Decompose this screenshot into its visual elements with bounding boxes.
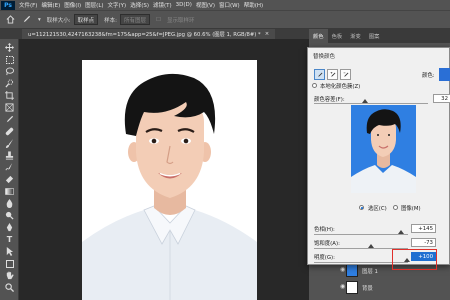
eyedropper-plus-icon[interactable] — [327, 69, 338, 80]
menu-image[interactable]: 图像(I) — [64, 1, 81, 9]
document-tab[interactable]: u=112121530,4247163238&fm=175&app=25&f=J… — [22, 29, 276, 39]
menu-view[interactable]: 视图(V) — [196, 1, 215, 9]
document-title: u=112121530,4247163238&fm=175&app=25&f=J… — [28, 32, 261, 38]
tab-patterns[interactable]: 图案 — [365, 29, 384, 43]
tab-color[interactable]: 颜色 — [309, 29, 328, 43]
menu-edit[interactable]: 编辑(E) — [41, 1, 60, 9]
color-label: 颜色: — [422, 73, 435, 79]
menu-help[interactable]: 帮助(H) — [244, 1, 263, 9]
menu-window[interactable]: 窗口(W) — [219, 1, 240, 9]
panel-tabs: 颜色 色板 渐变 图案 — [309, 29, 383, 43]
tab-gradients[interactable]: 渐变 — [346, 29, 365, 43]
layer-thumbnail — [346, 281, 358, 294]
eyedropper-minus-icon[interactable] — [340, 69, 351, 80]
lightness-label: 明度(G): — [314, 255, 335, 261]
toolbar: T — [0, 39, 19, 300]
hue-slider-track[interactable] — [314, 234, 408, 235]
show-ring-label: 显示取样环 — [166, 17, 195, 24]
saturation-input[interactable]: -73 — [411, 238, 436, 247]
localized-clusters-checkbox[interactable] — [312, 83, 317, 88]
eyedropper-tool-icon[interactable] — [20, 14, 32, 26]
menu-filter[interactable]: 滤镜(T) — [153, 1, 172, 9]
selection-label: 选区(C) — [368, 206, 387, 212]
document-image[interactable] — [82, 60, 257, 300]
menu-select[interactable]: 选择(S) — [130, 1, 149, 9]
sample-label: 样本: — [104, 17, 117, 24]
saturation-label: 饱和度(A): — [314, 241, 340, 247]
layer-thumbnail — [346, 264, 358, 277]
tab-swatches[interactable]: 色板 — [328, 29, 347, 43]
show-ring-checkbox[interactable]: ☐ — [156, 17, 161, 23]
selection-radio[interactable] — [359, 205, 364, 210]
hue-input[interactable]: +145 — [411, 224, 436, 233]
image-label: 图像(M) — [401, 206, 421, 212]
zoom-icon[interactable] — [3, 281, 16, 294]
fuzziness-slider-handle[interactable] — [362, 99, 368, 103]
saturation-slider-handle[interactable] — [368, 244, 374, 248]
layer-name: 图层 1 — [362, 268, 378, 275]
menu-type[interactable]: 文字(Y) — [108, 1, 127, 9]
layer-row[interactable]: 背景 — [338, 281, 450, 294]
image-radio[interactable] — [393, 205, 398, 210]
menu-layer[interactable]: 图层(L) — [85, 1, 103, 9]
fuzziness-label: 颜色容差(F): — [314, 97, 345, 103]
lightness-highlight-box — [392, 249, 437, 270]
color-swatch[interactable] — [439, 68, 450, 81]
menu-3d[interactable]: 3D(D) — [176, 2, 192, 8]
portrait-photo — [82, 60, 257, 300]
fuzziness-input[interactable]: 32 — [433, 94, 450, 103]
menu-bar: Ps 文件(F) 编辑(E) 图像(I) 图层(L) 文字(Y) 选择(S) 滤… — [0, 0, 450, 10]
sample-size-label: 取样大小: — [46, 17, 71, 24]
photoshop-logo: Ps — [1, 0, 15, 10]
options-bar: ▾ 取样大小: 取样点 样本: 所有图层 ☐ 显示取样环 — [0, 10, 450, 29]
close-icon[interactable]: × — [265, 31, 269, 37]
selection-preview — [351, 105, 416, 193]
menu-file[interactable]: 文件(F) — [19, 1, 37, 9]
localized-clusters-label: 本地化颜色簇(Z) — [320, 84, 361, 90]
home-icon[interactable] — [4, 14, 16, 26]
hue-slider-handle[interactable] — [398, 230, 404, 234]
sample-select[interactable]: 所有图层 — [120, 14, 151, 25]
dialog-title: 替换颜色 — [313, 54, 336, 60]
eyedropper-icon[interactable] — [314, 69, 325, 80]
sample-size-select[interactable]: 取样点 — [73, 14, 99, 25]
fuzziness-slider-track[interactable] — [314, 103, 428, 104]
layer-name: 背景 — [362, 285, 373, 292]
chevron-down-icon[interactable]: ▾ — [38, 17, 41, 23]
hue-label: 色相(H): — [314, 227, 335, 233]
preview-photo — [351, 105, 416, 193]
